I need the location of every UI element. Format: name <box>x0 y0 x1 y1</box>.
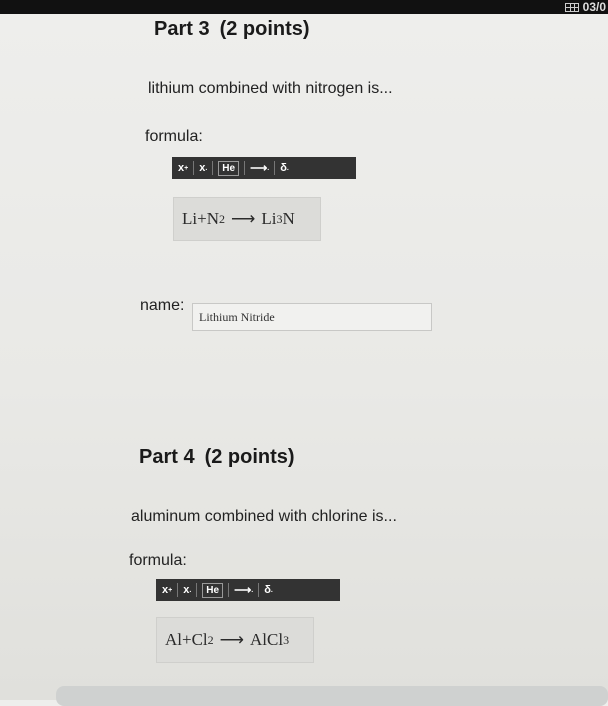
plus-sign: + <box>197 209 207 228</box>
part4-formula-label: formula: <box>129 552 187 569</box>
toolbar-divider <box>212 161 214 175</box>
part4-question: aluminum combined with chlorine is... <box>131 508 397 525</box>
toolbar-divider <box>258 583 260 597</box>
reaction-arrow-button[interactable]: ⟶. <box>234 579 253 601</box>
reactant-1: Al <box>165 630 182 649</box>
subscript-button[interactable]: x. <box>183 579 191 601</box>
plus-sign: + <box>182 630 192 649</box>
toolbar-divider <box>177 583 179 597</box>
date-text: 03/0 <box>582 0 606 14</box>
bottom-button[interactable] <box>56 686 608 706</box>
toolbar-divider <box>196 583 198 597</box>
subscript-button[interactable]: x. <box>199 157 207 179</box>
reactant-2: Cl <box>191 630 208 649</box>
part3-question: lithium combined with nitrogen is... <box>148 80 393 97</box>
toolbar-divider <box>274 161 276 175</box>
superscript-button[interactable]: x + <box>162 579 172 601</box>
top-bar <box>0 0 608 14</box>
calendar-icon <box>564 2 579 12</box>
delta-button[interactable]: δ. <box>264 579 273 601</box>
toolbar-divider <box>228 583 230 597</box>
part4-title: Part 4 <box>139 446 195 468</box>
element-button[interactable]: He <box>218 157 240 179</box>
part3-points: (2 points) <box>219 18 310 40</box>
product-subscript: 3 <box>283 632 290 647</box>
reaction-arrow-button[interactable]: ⟶. <box>250 157 269 179</box>
part4-points: (2 points) <box>204 446 295 468</box>
product: AlCl <box>250 630 284 649</box>
part3-name-input[interactable] <box>192 303 432 331</box>
reactant-2-subscript: 2 <box>218 211 225 226</box>
product-tail: N <box>282 209 295 228</box>
part3-formula-toolbar: x + x. He ⟶. δ. <box>172 157 356 179</box>
part4-equation-field[interactable]: Al + Cl 2 ⟶ AlCl 3 <box>156 617 314 663</box>
delta-button[interactable]: δ. <box>280 157 289 179</box>
taskbar-corner: 03/0 <box>564 0 608 14</box>
superscript-button[interactable]: x + <box>178 157 188 179</box>
part4-formula-toolbar: x + x. He ⟶. δ. <box>156 579 340 601</box>
product: Li <box>261 209 277 228</box>
part3-heading: Part 3 (2 points) <box>154 18 310 41</box>
element-button[interactable]: He <box>202 579 224 601</box>
reaction-arrow: ⟶ <box>219 630 245 649</box>
reactant-2: N <box>206 209 219 228</box>
part3-formula-label: formula: <box>145 128 203 145</box>
reactant-1: Li <box>182 209 198 228</box>
reactant-2-subscript: 2 <box>207 632 214 647</box>
part3-equation-field[interactable]: Li + N2 ⟶ Li 3 N <box>173 197 321 241</box>
toolbar-divider <box>193 161 195 175</box>
part3-name-label: name: <box>140 297 185 314</box>
part4-heading: Part 4 (2 points) <box>139 446 295 469</box>
toolbar-divider <box>244 161 246 175</box>
reaction-arrow: ⟶ <box>230 209 256 228</box>
part3-title: Part 3 <box>154 18 210 40</box>
